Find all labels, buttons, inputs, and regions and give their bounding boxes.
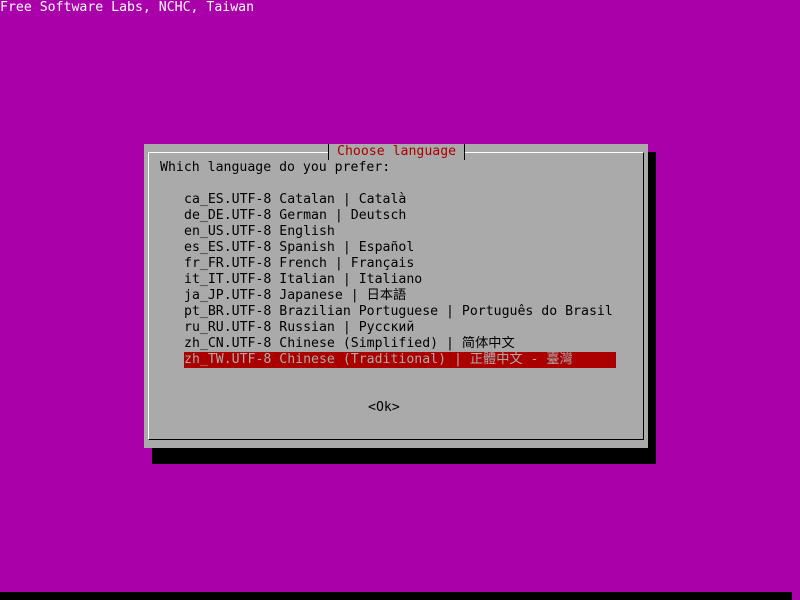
language-label: English: [279, 224, 335, 239]
language-label: Spanish | Español: [279, 240, 415, 255]
language-label: French | Français: [279, 256, 415, 271]
language-item-it-it[interactable]: it_IT.UTF-8 Italian | Italiano: [184, 272, 616, 288]
language-item-pt-br[interactable]: pt_BR.UTF-8 Brazilian Portuguese | Portu…: [184, 304, 616, 320]
ok-button[interactable]: <Ok>: [368, 400, 400, 416]
language-item-de-de[interactable]: de_DE.UTF-8 German | Deutsch: [184, 208, 616, 224]
language-item-zh-tw[interactable]: zh_TW.UTF-8 Chinese (Traditional) | 正體中文…: [184, 352, 616, 368]
language-list[interactable]: ca_ES.UTF-8 Catalan | Català de_DE.UTF-8…: [184, 192, 616, 368]
language-item-ja-jp[interactable]: ja_JP.UTF-8 Japanese | 日本語: [184, 288, 616, 304]
language-item-ca-es[interactable]: ca_ES.UTF-8 Catalan | Català: [184, 192, 616, 208]
language-label: Italian | Italiano: [279, 272, 423, 287]
language-label: German | Deutsch: [279, 208, 407, 223]
language-label: Catalan | Català: [279, 192, 407, 207]
language-item-ru-ru[interactable]: ru_RU.UTF-8 Russian | Русский: [184, 320, 616, 336]
language-item-zh-cn[interactable]: zh_CN.UTF-8 Chinese (Simplified) | 简体中文: [184, 336, 616, 352]
language-item-es-es[interactable]: es_ES.UTF-8 Spanish | Español: [184, 240, 616, 256]
language-code: ja_JP.UTF-8: [184, 288, 272, 303]
terminal-bottom-bar: [0, 592, 792, 600]
dialog-prompt: Which language do you prefer:: [160, 160, 391, 175]
language-dialog: Choose language Which language do you pr…: [144, 144, 648, 448]
language-label: Russian | Русский: [279, 320, 415, 335]
language-code: ca_ES.UTF-8: [184, 192, 272, 207]
language-code: zh_TW.UTF-8: [184, 352, 272, 367]
language-code: en_US.UTF-8: [184, 224, 272, 239]
language-label: Chinese (Traditional) | 正體中文 - 臺灣: [279, 352, 573, 367]
language-code: de_DE.UTF-8: [184, 208, 272, 223]
language-label: Japanese | 日本語: [279, 288, 407, 303]
language-code: es_ES.UTF-8: [184, 240, 272, 255]
language-code: fr_FR.UTF-8: [184, 256, 272, 271]
backtitle: Free Software Labs, NCHC, Taiwan: [0, 0, 255, 15]
language-code: pt_BR.UTF-8: [184, 304, 272, 319]
language-item-fr-fr[interactable]: fr_FR.UTF-8 French | Français: [184, 256, 616, 272]
language-code: ru_RU.UTF-8: [184, 320, 272, 335]
terminal-screen: Free Software Labs, NCHC, Taiwan Choose …: [0, 0, 800, 600]
language-label: Chinese (Simplified) | 简体中文: [279, 336, 515, 351]
dialog-title: Choose language: [328, 144, 466, 160]
language-code: zh_CN.UTF-8: [184, 336, 272, 351]
language-code: it_IT.UTF-8: [184, 272, 272, 287]
language-item-en-us[interactable]: en_US.UTF-8 English: [184, 224, 616, 240]
language-label: Brazilian Portuguese | Português do Bras…: [279, 304, 613, 319]
